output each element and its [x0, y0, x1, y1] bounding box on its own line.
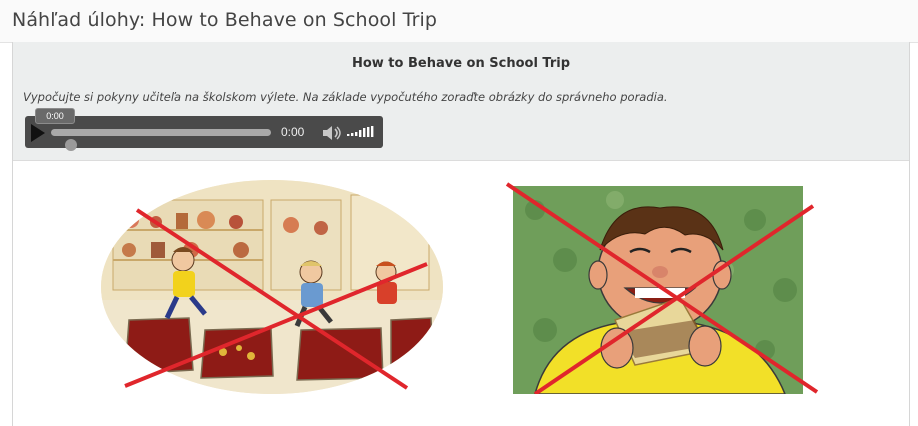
task-preview-frame: How to Behave on School Trip Vypočujte s… — [12, 42, 910, 426]
task-title: How to Behave on School Trip — [351, 56, 571, 71]
scrub-time-bubble: 0:00 — [35, 108, 75, 124]
image-card-boy-eating[interactable] — [495, 180, 825, 394]
task-instructions: Vypočujte si pokyny učiteľa na školskom … — [23, 90, 668, 104]
time-display: 0:00 — [281, 125, 305, 139]
volume-level-icon[interactable] — [347, 125, 377, 139]
scrub-knob[interactable] — [65, 139, 77, 151]
task-panel: How to Behave on School Trip Vypočujte s… — [13, 42, 909, 161]
page-header: Náhľad úlohy: How to Behave on School Tr… — [0, 0, 918, 43]
progress-track[interactable] — [51, 129, 271, 151]
volume-icon[interactable] — [321, 125, 343, 141]
play-icon[interactable] — [31, 124, 45, 142]
museum-running-kids-image — [101, 180, 443, 394]
image-card-museum[interactable] — [101, 180, 443, 394]
boy-eating-sandwich-image — [505, 182, 819, 394]
page-title: Náhľad úlohy: How to Behave on School Tr… — [12, 9, 438, 31]
audio-player: 0:00 0:00 — [25, 108, 383, 151]
